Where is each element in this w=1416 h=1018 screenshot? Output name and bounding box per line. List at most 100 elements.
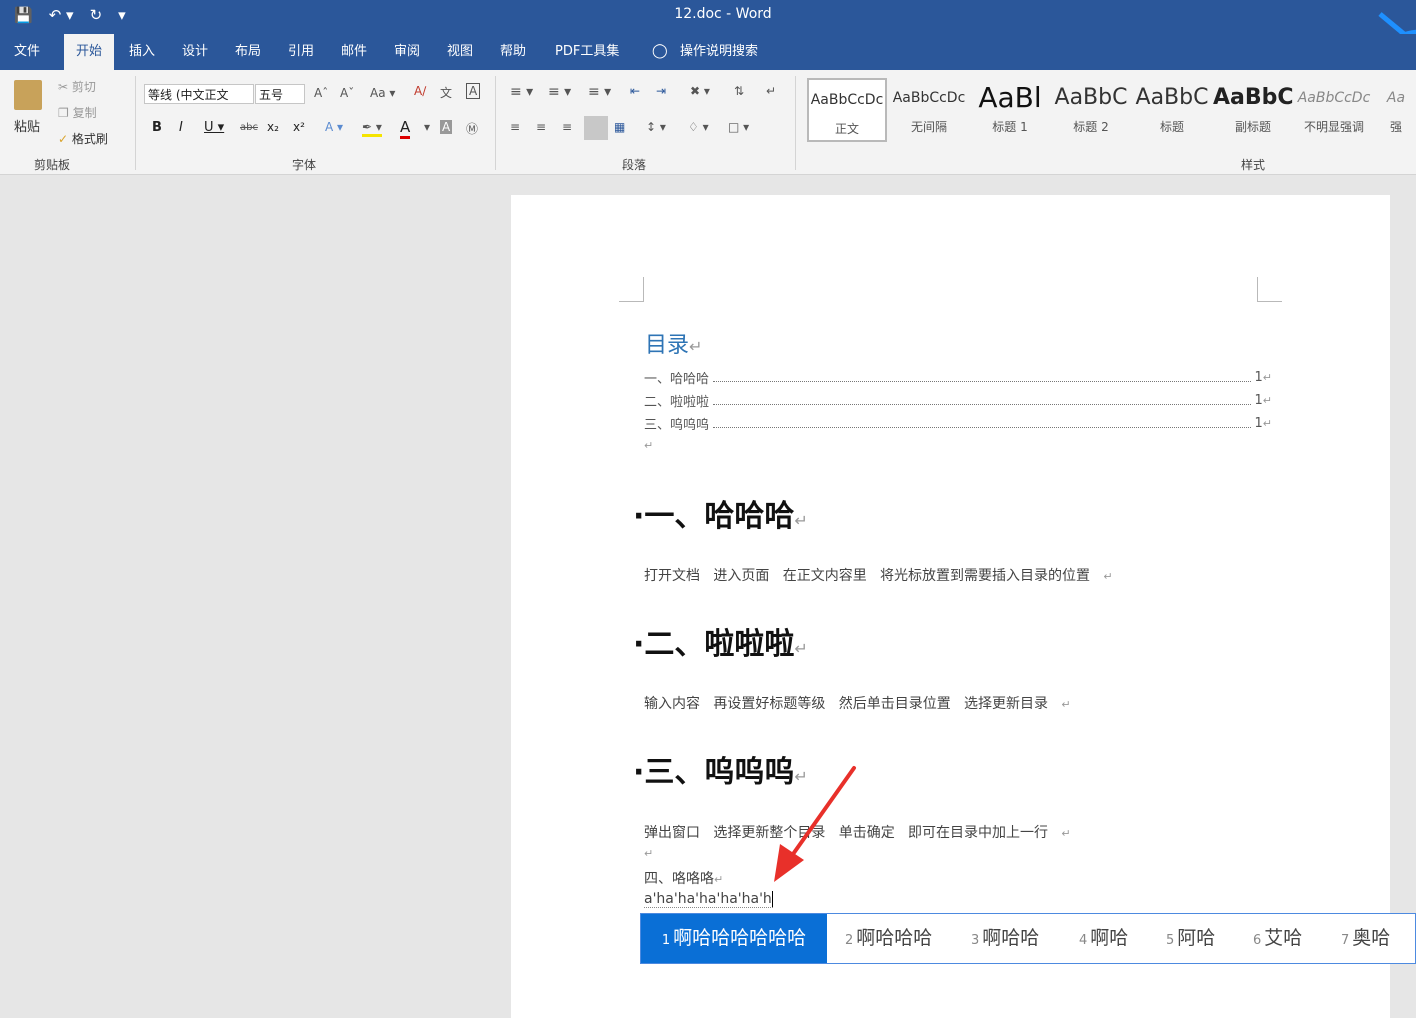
sort-icon[interactable]: ⇅ <box>734 84 744 98</box>
ime-candidate[interactable]: 4 啊哈 <box>1079 914 1128 963</box>
clear-format-icon[interactable]: A∕ <box>414 84 426 98</box>
ribbon-tabs: 文件 开始 插入 设计 布局 引用 邮件 审阅 视图 帮助 PDF工具集 ◯ 操… <box>0 34 1416 70</box>
toc-leader <box>713 373 1251 382</box>
cut-button[interactable]: ✂ 剪切 <box>58 78 96 95</box>
tab-pdf-tools[interactable]: PDF工具集 <box>543 34 631 70</box>
paragraph-mark-icon: ↵ <box>689 337 703 356</box>
divider <box>495 76 496 170</box>
strikethrough-icon[interactable]: abc <box>240 122 258 133</box>
bullets-icon[interactable]: ≡ ▾ <box>510 84 533 100</box>
divider <box>135 76 136 170</box>
ime-composition-text[interactable]: a'ha'ha'ha'ha'ha'h​ <box>644 891 773 908</box>
ime-candidate[interactable]: 2 啊哈哈哈 <box>845 914 932 963</box>
format-painter-button[interactable]: ✓ 格式刷 <box>58 130 108 147</box>
highlight-icon[interactable]: ✒ ▾ <box>362 120 382 137</box>
italic-icon[interactable]: I <box>179 120 183 135</box>
scissors-icon: ✂ <box>58 80 69 94</box>
paragraph-mark-icon: ↵ <box>644 847 654 860</box>
style-subtitle[interactable]: AaBbC 副标题 <box>1213 78 1293 142</box>
char-border-icon[interactable]: A <box>466 83 481 99</box>
font-size-combo[interactable]: 五号 <box>255 84 305 104</box>
heading-1[interactable]: ·一、哈哈哈↵ <box>633 491 808 535</box>
paragraph-mark-icon: ↵ <box>1262 394 1272 407</box>
tell-me-search[interactable]: 操作说明搜索 <box>668 34 770 70</box>
window-title: 12.doc - Word <box>674 6 772 22</box>
ime-candidate[interactable]: 7 奥哈 <box>1341 914 1390 963</box>
text-cursor: ​ <box>771 891 773 907</box>
text-effects-icon[interactable]: A ▾ <box>325 120 343 134</box>
heading-2[interactable]: ·二、啦啦啦↵ <box>633 619 808 663</box>
ime-candidate[interactable]: 5 阿哈 <box>1166 914 1215 963</box>
toc-entry[interactable]: 三、呜呜呜 1 ↵ <box>644 414 1272 433</box>
decrease-indent-icon[interactable]: ⇤ <box>630 84 640 98</box>
annotation-arrow-icon <box>774 766 856 882</box>
font-label: 字体 <box>292 158 317 172</box>
style-normal[interactable]: AaBbCcDc 正文 <box>807 78 887 142</box>
tab-help[interactable]: 帮助 <box>488 34 538 70</box>
style-strong[interactable]: Aa 强 <box>1376 78 1416 142</box>
paragraph-mark-icon: ↵ <box>714 873 724 886</box>
align-right-icon[interactable]: ≡ <box>562 120 572 134</box>
tab-home[interactable]: 开始 <box>64 34 115 70</box>
copy-icon: ❐ <box>58 106 69 120</box>
tab-insert[interactable]: 插入 <box>117 34 167 70</box>
new-heading-line[interactable]: 四、咯咯咯↵ <box>644 868 723 888</box>
underline-icon[interactable]: U ▾ <box>204 120 224 135</box>
tab-view[interactable]: 视图 <box>435 34 485 70</box>
justify-icon[interactable] <box>584 116 608 140</box>
brush-icon: ✓ <box>58 132 69 146</box>
char-shading-icon[interactable]: A <box>440 120 453 134</box>
borders-icon[interactable]: □ ▾ <box>728 120 749 134</box>
tab-review[interactable]: 审阅 <box>382 34 432 70</box>
align-center-icon[interactable]: ≡ <box>536 120 546 134</box>
toc-entry[interactable]: 一、哈哈哈 1 ↵ <box>644 368 1272 387</box>
ime-candidate[interactable]: 1 啊哈哈哈哈哈哈 <box>641 914 827 963</box>
tab-mailings[interactable]: 邮件 <box>329 34 379 70</box>
bold-icon[interactable]: B <box>152 120 162 135</box>
toc-title[interactable]: 目录↵ <box>645 327 702 359</box>
shading-icon[interactable]: ♢ ▾ <box>688 120 709 134</box>
multilevel-list-icon[interactable]: ≡ ▾ <box>588 84 611 100</box>
enclosed-char-icon[interactable]: Ⓜ <box>466 120 478 137</box>
toc-entry[interactable]: 二、啦啦啦 1 ↵ <box>644 391 1272 410</box>
font-name-combo[interactable]: 等线 (中文正文 <box>144 84 254 104</box>
tab-file[interactable]: 文件 <box>2 34 52 70</box>
line-spacing-icon[interactable]: ↕ ▾ <box>646 120 666 134</box>
paragraph-label: 段落 <box>622 158 647 172</box>
increase-indent-icon[interactable]: ⇥ <box>656 84 666 98</box>
distributed-icon[interactable]: ▦ <box>614 120 625 134</box>
tab-layout[interactable]: 布局 <box>223 34 273 70</box>
copy-button[interactable]: ❐ 复制 <box>58 104 97 121</box>
tab-references[interactable]: 引用 <box>276 34 326 70</box>
grow-font-icon[interactable]: Aˆ <box>314 86 328 100</box>
tab-design[interactable]: 设计 <box>170 34 220 70</box>
superscript-icon[interactable]: x² <box>293 120 305 134</box>
style-heading-2[interactable]: AaBbC 标题 2 <box>1051 78 1131 142</box>
body-paragraph[interactable]: 输入内容 再设置好标题等级 然后单击目录位置 选择更新目录 ↵ <box>644 693 1071 713</box>
empty-paragraph: ↵ <box>644 845 653 861</box>
change-case-icon[interactable]: Aa ▾ <box>370 86 395 100</box>
show-marks-icon[interactable]: ↵ <box>766 84 776 98</box>
paste-icon[interactable] <box>14 80 42 110</box>
chinese-layout-icon[interactable]: ✖ ▾ <box>690 84 710 98</box>
paste-button[interactable]: 粘贴 <box>14 116 40 135</box>
style-heading-1[interactable]: AaBl 标题 1 <box>970 78 1050 142</box>
style-subtle-emphasis[interactable]: AaBbCcDc 不明显强调 <box>1294 78 1374 142</box>
align-left-icon[interactable]: ≡ <box>510 120 520 134</box>
document-page[interactable]: 目录↵ 一、哈哈哈 1 ↵ 二、啦啦啦 1 ↵ 三、呜呜呜 1 ↵ ↵ ·一、哈哈哈↵ 打开… <box>511 195 1390 1018</box>
paragraph-mark-icon: ↵ <box>1061 698 1071 711</box>
empty-paragraph: ↵ <box>644 437 653 453</box>
font-color-dropdown-icon[interactable]: ▾ <box>424 120 430 134</box>
style-title[interactable]: AaBbC 标题 <box>1132 78 1212 142</box>
ime-candidate[interactable]: 6 艾哈 <box>1253 914 1302 963</box>
numbering-icon[interactable]: ≡ ▾ <box>548 84 571 100</box>
style-no-spacing[interactable]: AaBbCcDc 无间隔 <box>889 78 969 142</box>
subscript-icon[interactable]: x₂ <box>267 120 279 134</box>
font-color-icon[interactable]: A <box>400 118 411 139</box>
shrink-font-icon[interactable]: Aˇ <box>340 86 354 100</box>
body-paragraph[interactable]: 打开文档 进入页面 在正文内容里 将光标放置到需要插入目录的位置 ↵ <box>644 565 1113 585</box>
paragraph-mark-icon: ↵ <box>1262 417 1272 430</box>
phonetic-icon[interactable]: 文 <box>440 84 452 101</box>
ime-candidate[interactable]: 3 啊哈哈 <box>971 914 1039 963</box>
paragraph-mark-icon: ↵ <box>644 439 654 452</box>
